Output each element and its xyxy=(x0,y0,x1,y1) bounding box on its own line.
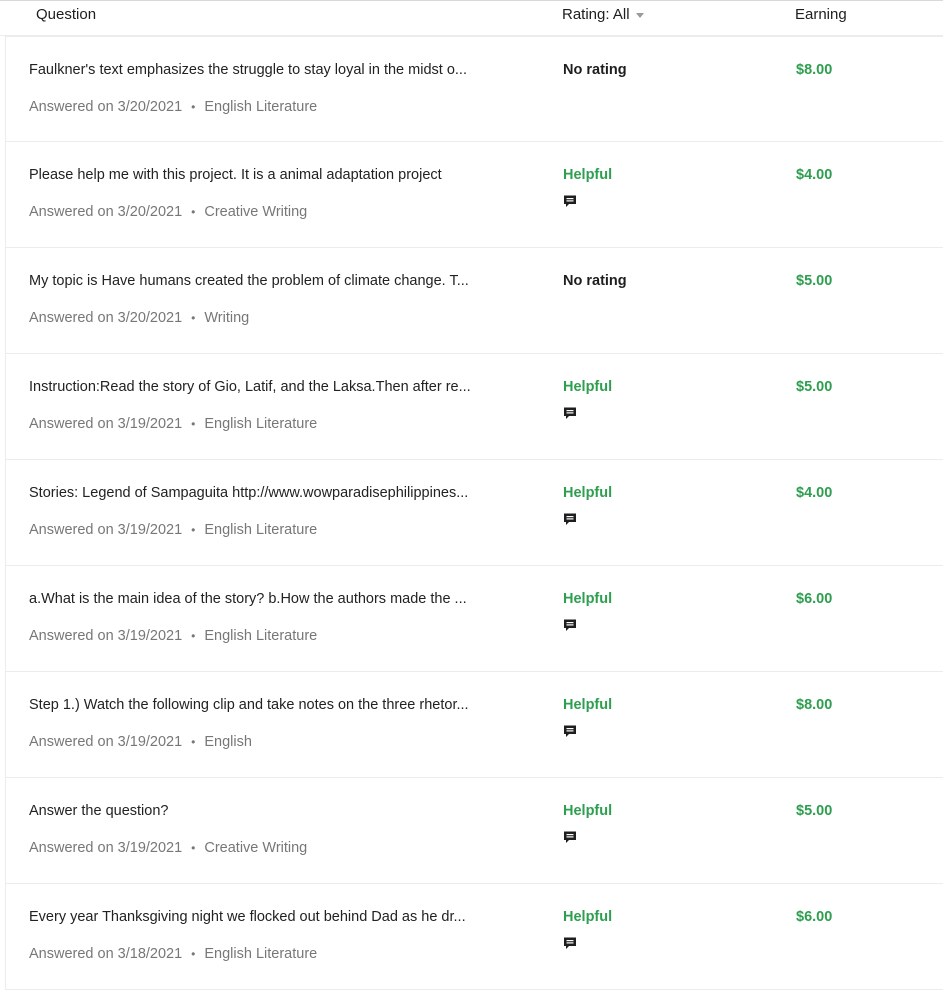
question-text[interactable]: Step 1.) Watch the following clip and ta… xyxy=(29,697,481,713)
subject-label: English Literature xyxy=(204,99,318,115)
table-row[interactable]: Instruction:Read the story of Gio, Latif… xyxy=(5,354,943,460)
separator-dot: • xyxy=(191,735,196,749)
rating-value: Helpful xyxy=(563,909,613,925)
subject-label: English Literature xyxy=(204,522,318,538)
answered-date: Answered on 3/19/2021 xyxy=(29,628,183,644)
earning-amount: $6.00 xyxy=(796,909,833,925)
comment-icon[interactable] xyxy=(563,406,577,420)
separator-dot: • xyxy=(191,947,196,961)
table-row[interactable]: Please help me with this project. It is … xyxy=(5,142,943,248)
rating-value: Helpful xyxy=(563,167,613,183)
question-meta: Answered on 3/19/2021 • English xyxy=(29,734,252,750)
question-meta: Answered on 3/19/2021 • English Literature xyxy=(29,522,317,538)
question-meta: Answered on 3/20/2021 • Creative Writing xyxy=(29,204,307,220)
rating-value: No rating xyxy=(563,273,627,289)
comment-icon[interactable] xyxy=(563,512,577,526)
question-text[interactable]: My topic is Have humans created the prob… xyxy=(29,273,481,289)
separator-dot: • xyxy=(191,100,196,114)
question-text[interactable]: Answer the question? xyxy=(29,803,481,819)
earning-amount: $4.00 xyxy=(796,485,833,501)
subject-label: English Literature xyxy=(204,946,318,962)
answered-date: Answered on 3/18/2021 xyxy=(29,946,183,962)
question-meta: Answered on 3/19/2021 • English Literature xyxy=(29,416,317,432)
question-text[interactable]: Every year Thanksgiving night we flocked… xyxy=(29,909,481,925)
rating-value: Helpful xyxy=(563,591,613,607)
separator-dot: • xyxy=(191,841,196,855)
answers-list: Faulkner's text emphasizes the struggle … xyxy=(5,36,943,990)
answered-date: Answered on 3/19/2021 xyxy=(29,840,183,856)
question-meta: Answered on 3/19/2021 • Creative Writing xyxy=(29,840,307,856)
table-row[interactable]: Every year Thanksgiving night we flocked… xyxy=(5,884,943,990)
comment-icon[interactable] xyxy=(563,194,577,208)
table-row[interactable]: Stories: Legend of Sampaguita http://www… xyxy=(5,460,943,566)
separator-dot: • xyxy=(191,629,196,643)
rating-value: Helpful xyxy=(563,379,613,395)
table-row[interactable]: My topic is Have humans created the prob… xyxy=(5,248,943,354)
subject-label: Writing xyxy=(204,310,250,326)
comment-icon[interactable] xyxy=(563,830,577,844)
answered-date: Answered on 3/20/2021 xyxy=(29,310,183,326)
question-text[interactable]: Faulkner's text emphasizes the struggle … xyxy=(29,62,481,78)
caret-down-icon xyxy=(635,13,644,18)
rating-filter-label: Rating: All xyxy=(562,6,630,23)
rating-value: Helpful xyxy=(563,485,613,501)
subject-label: English xyxy=(204,734,252,750)
rating-value: Helpful xyxy=(563,803,613,819)
earning-amount: $6.00 xyxy=(796,591,833,607)
answered-date: Answered on 3/20/2021 xyxy=(29,99,183,115)
table-header: Question Rating: All Earning xyxy=(0,0,943,36)
rating-value: No rating xyxy=(563,62,627,78)
answered-date: Answered on 3/20/2021 xyxy=(29,204,183,220)
answered-date: Answered on 3/19/2021 xyxy=(29,522,183,538)
question-meta: Answered on 3/18/2021 • English Literature xyxy=(29,946,317,962)
column-header-question: Question xyxy=(36,6,97,23)
separator-dot: • xyxy=(191,417,196,431)
earning-amount: $5.00 xyxy=(796,379,833,395)
table-row[interactable]: Faulkner's text emphasizes the struggle … xyxy=(5,36,943,142)
comment-icon[interactable] xyxy=(563,936,577,950)
table-row[interactable]: Step 1.) Watch the following clip and ta… xyxy=(5,672,943,778)
question-text[interactable]: a.What is the main idea of the story? b.… xyxy=(29,591,481,607)
question-text[interactable]: Instruction:Read the story of Gio, Latif… xyxy=(29,379,481,395)
question-text[interactable]: Please help me with this project. It is … xyxy=(29,167,481,183)
separator-dot: • xyxy=(191,523,196,537)
comment-icon[interactable] xyxy=(563,724,577,738)
question-meta: Answered on 3/19/2021 • English Literature xyxy=(29,628,317,644)
earning-amount: $8.00 xyxy=(796,697,833,713)
rating-value: Helpful xyxy=(563,697,613,713)
subject-label: English Literature xyxy=(204,416,318,432)
question-text[interactable]: Stories: Legend of Sampaguita http://www… xyxy=(29,485,481,501)
earning-amount: $5.00 xyxy=(796,273,833,289)
question-meta: Answered on 3/20/2021 • Writing xyxy=(29,310,249,326)
table-row[interactable]: a.What is the main idea of the story? b.… xyxy=(5,566,943,672)
rating-filter-dropdown[interactable]: Rating: All xyxy=(562,6,644,23)
separator-dot: • xyxy=(191,311,196,325)
subject-label: Creative Writing xyxy=(204,204,308,220)
subject-label: English Literature xyxy=(204,628,318,644)
answered-date: Answered on 3/19/2021 xyxy=(29,416,183,432)
separator-dot: • xyxy=(191,205,196,219)
comment-icon[interactable] xyxy=(563,618,577,632)
column-header-earning: Earning xyxy=(795,6,847,23)
earning-amount: $4.00 xyxy=(796,167,833,183)
earning-amount: $5.00 xyxy=(796,803,833,819)
subject-label: Creative Writing xyxy=(204,840,308,856)
question-meta: Answered on 3/20/2021 • English Literature xyxy=(29,99,317,115)
answered-date: Answered on 3/19/2021 xyxy=(29,734,183,750)
earning-amount: $8.00 xyxy=(796,62,833,78)
table-row[interactable]: Answer the question? Answered on 3/19/202… xyxy=(5,778,943,884)
